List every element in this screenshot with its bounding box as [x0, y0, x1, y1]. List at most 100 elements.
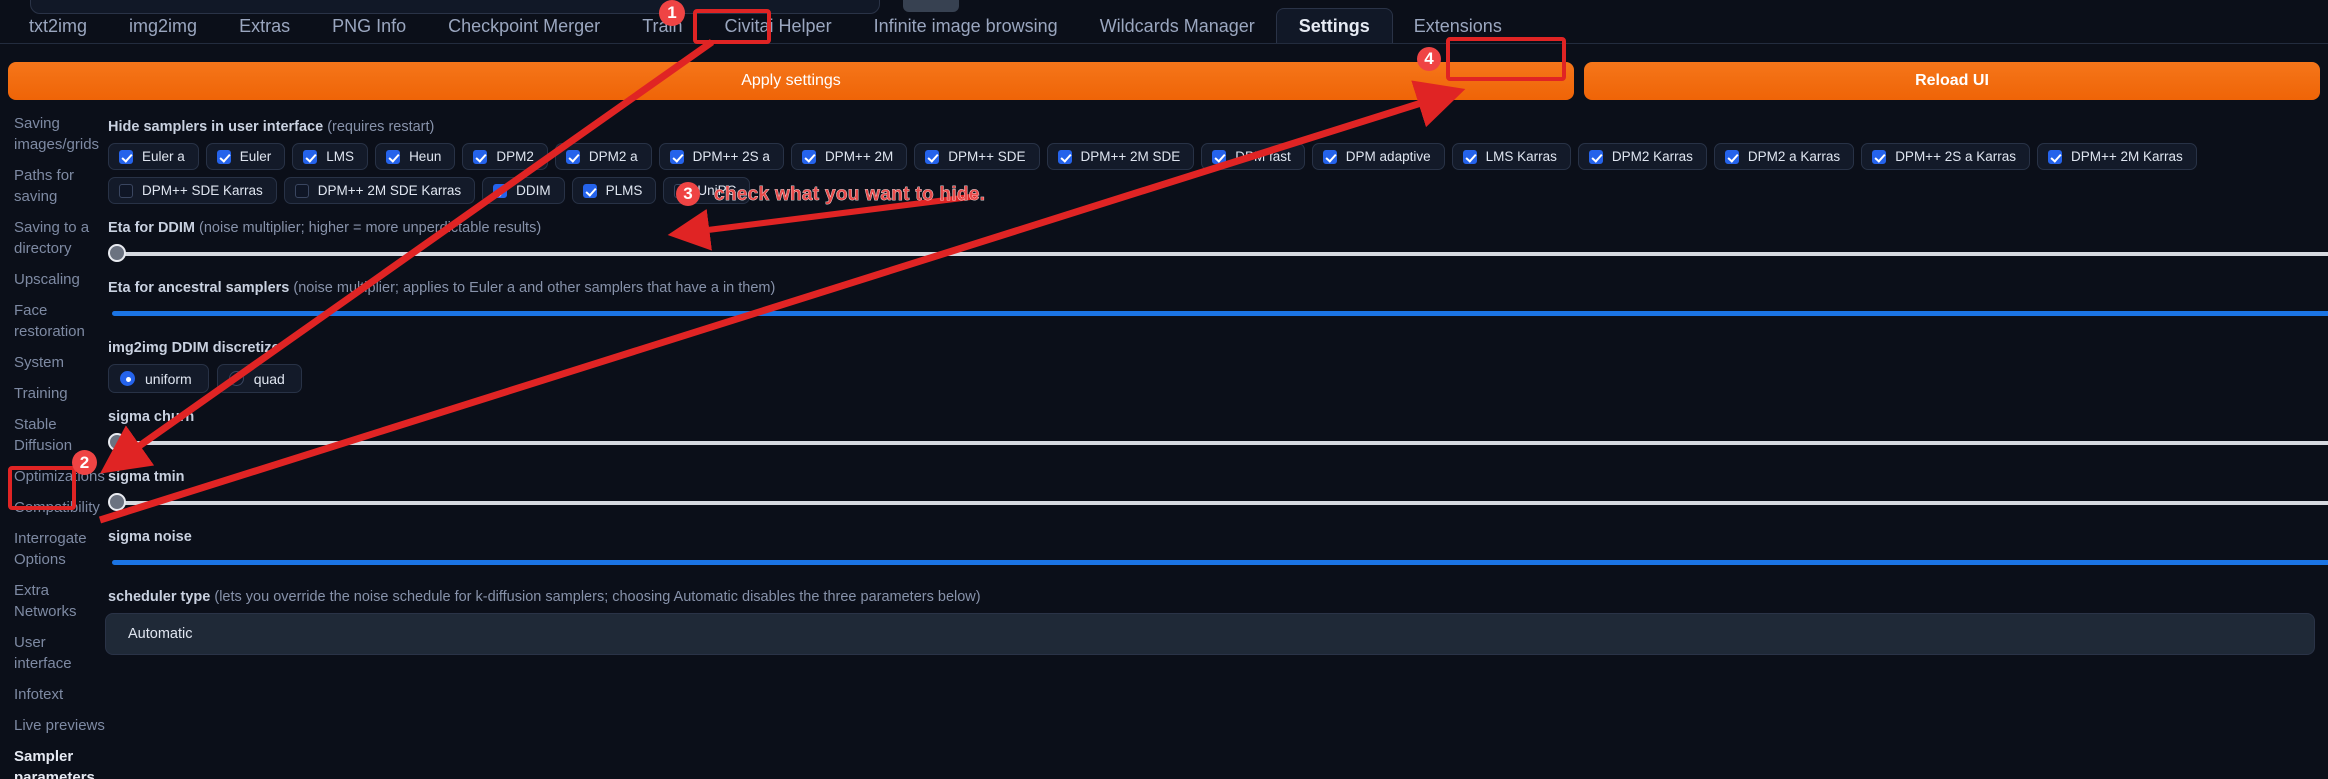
sidebar-item-interrogate-options[interactable]: Interrogate Options [14, 528, 105, 570]
sampler-checkbox-lms[interactable]: LMS [292, 143, 369, 170]
apply-settings-button[interactable]: Apply settings [8, 62, 1574, 100]
sigma-churn-slider[interactable] [105, 433, 2328, 453]
sampler-checkbox-dpm-2s-a[interactable]: DPM++ 2S a [658, 143, 784, 170]
sampler-checkbox-plms[interactable]: PLMS [571, 177, 657, 204]
checkbox-checked-icon[interactable] [386, 149, 401, 164]
sidebar-item-saving-images-grids[interactable]: Saving images/grids [14, 113, 105, 155]
checkbox-checked-icon[interactable] [1057, 149, 1072, 164]
reload-ui-button[interactable]: Reload UI [1584, 62, 2320, 100]
eta-ddim-label-hint: (noise multiplier; higher = more unperdi… [199, 220, 542, 236]
checkbox-checked-icon[interactable] [1462, 149, 1477, 164]
sampler-checkbox-label: DPM adaptive [1345, 149, 1431, 164]
discretize-radio-uniform[interactable]: uniform [108, 364, 209, 393]
eta-ddim-slider[interactable] [105, 244, 2328, 264]
checkbox-checked-icon[interactable] [669, 149, 684, 164]
checkbox-checked-icon[interactable] [925, 149, 940, 164]
sampler-checkbox-dpm-fast[interactable]: DPM fast [1201, 143, 1305, 170]
checkbox-unchecked-icon[interactable] [674, 183, 689, 198]
sampler-checkbox-dpm-sde[interactable]: DPM++ SDE [914, 143, 1040, 170]
radio-selected-icon[interactable] [120, 371, 135, 386]
sidebar-item-upscaling[interactable]: Upscaling [14, 269, 105, 290]
sampler-checkbox-dpm-2m[interactable]: DPM++ 2M [790, 143, 908, 170]
sidebar-item-face-restoration[interactable]: Face restoration [14, 300, 105, 342]
sidebar-item-paths-for-saving[interactable]: Paths for saving [14, 165, 105, 207]
checkbox-checked-icon[interactable] [493, 183, 508, 198]
slider-track [112, 441, 2328, 445]
sampler-checkbox-heun[interactable]: Heun [375, 143, 456, 170]
sigma-noise-label: sigma noise [108, 529, 192, 545]
checkbox-checked-icon[interactable] [216, 149, 231, 164]
eta-ancestral-slider[interactable] [105, 304, 2328, 324]
checkbox-checked-icon[interactable] [1212, 149, 1227, 164]
checkbox-checked-icon[interactable] [565, 149, 580, 164]
img2img-ddim-discretize-label: img2img DDIM discretize [108, 340, 280, 356]
slider-track [112, 501, 2328, 505]
sampler-checkbox-dpm2-a-karras[interactable]: DPM2 a Karras [1713, 143, 1855, 170]
sampler-checkbox-dpm2[interactable]: DPM2 [462, 143, 548, 170]
sampler-checkbox-unipc[interactable]: UniPC [663, 177, 751, 204]
sigma-noise-slider[interactable] [105, 553, 2328, 573]
scheduler-type-block: scheduler type (lets you override the no… [105, 589, 2328, 655]
checkbox-checked-icon[interactable] [1322, 149, 1337, 164]
checkbox-checked-icon[interactable] [1724, 149, 1739, 164]
sigma-tmin-slider[interactable] [105, 493, 2328, 513]
tab-wildcards-manager[interactable]: Wildcards Manager [1079, 8, 1276, 44]
app-root: txt2img img2img Extras PNG Info Checkpoint M… [0, 0, 2328, 779]
sidebar-item-infotext[interactable]: Infotext [14, 684, 105, 705]
slider-knob[interactable] [108, 493, 126, 511]
sampler-checkbox-dpm-adaptive[interactable]: DPM adaptive [1311, 143, 1445, 170]
checkbox-unchecked-icon[interactable] [294, 183, 309, 198]
sidebar-item-stable-diffusion[interactable]: Stable Diffusion [14, 414, 105, 456]
sidebar-item-user-interface[interactable]: User interface [14, 632, 105, 674]
discretize-radio-quad[interactable]: quad [216, 364, 302, 393]
checkbox-checked-icon[interactable] [2048, 149, 2062, 164]
tab-txt2img[interactable]: txt2img [8, 8, 108, 44]
tab-checkpoint-merger[interactable]: Checkpoint Merger [427, 8, 621, 44]
tab-train[interactable]: Train [621, 8, 703, 44]
sidebar-item-optimizations[interactable]: Optimizations [14, 466, 105, 487]
sidebar-item-compatibility[interactable]: Compatibility [14, 497, 105, 518]
sampler-checkbox-euler-a[interactable]: Euler a [108, 143, 199, 170]
sidebar-item-saving-to-a-directory[interactable]: Saving to a directory [14, 217, 105, 259]
sidebar-item-live-previews[interactable]: Live previews [14, 715, 105, 736]
sampler-checkbox-dpm-sde-karras[interactable]: DPM++ SDE Karras [108, 177, 277, 204]
sampler-checkbox-dpm-2m-karras[interactable]: DPM++ 2M Karras [2037, 143, 2197, 170]
sampler-checkbox-dpm2-karras[interactable]: DPM2 Karras [1577, 143, 1707, 170]
tab-extensions[interactable]: Extensions [1393, 8, 1523, 44]
scheduler-type-dropdown[interactable]: Automatic [105, 613, 2315, 655]
tab-civitai-helper[interactable]: Civitai Helper [704, 8, 853, 44]
img2img-ddim-discretize-block: img2img DDIM discretize uniform quad [105, 340, 2328, 393]
sampler-checkbox-label: DPM++ 2M SDE Karras [317, 183, 462, 198]
sidebar-item-extra-networks[interactable]: Extra Networks [14, 580, 105, 622]
checkbox-checked-icon[interactable] [582, 183, 597, 198]
tab-png-info[interactable]: PNG Info [311, 8, 427, 44]
sampler-checkbox-ddim[interactable]: DDIM [482, 177, 565, 204]
sidebar-item-system[interactable]: System [14, 352, 105, 373]
sidebar-item-sampler-parameters[interactable]: Sampler parameters [14, 746, 105, 779]
checkbox-checked-icon[interactable] [1588, 149, 1603, 164]
checkbox-checked-icon[interactable] [1872, 149, 1887, 164]
radio-unselected-icon[interactable] [228, 371, 244, 386]
tab-infinite-image-browsing[interactable]: Infinite image browsing [853, 8, 1079, 44]
checkbox-checked-icon[interactable] [119, 149, 133, 164]
tab-settings[interactable]: Settings [1275, 8, 1393, 44]
sidebar-item-training[interactable]: Training [14, 383, 105, 404]
checkbox-checked-icon[interactable] [801, 149, 816, 164]
slider-track [112, 560, 2328, 565]
sampler-checkbox-euler[interactable]: Euler [205, 143, 286, 170]
sampler-checkbox-dpm-2m-sde-karras[interactable]: DPM++ 2M SDE Karras [283, 177, 476, 204]
checkbox-checked-icon[interactable] [303, 149, 318, 164]
checkbox-checked-icon[interactable] [473, 149, 488, 164]
sampler-checkbox-lms-karras[interactable]: LMS Karras [1451, 143, 1571, 170]
checkbox-unchecked-icon[interactable] [119, 183, 133, 198]
sampler-checkbox-dpm2-a[interactable]: DPM2 a [554, 143, 652, 170]
sigma-tmin-block: sigma tmin [105, 469, 2328, 513]
sampler-checkbox-dpm-2s-a-karras[interactable]: DPM++ 2S a Karras [1861, 143, 2030, 170]
eta-ddim-block: Eta for DDIM (noise multiplier; higher =… [105, 220, 2328, 264]
slider-knob[interactable] [108, 244, 126, 262]
slider-knob[interactable] [108, 433, 126, 451]
img2img-ddim-discretize-radio-group: uniform quad [105, 364, 2328, 393]
tab-extras[interactable]: Extras [218, 8, 311, 44]
tab-img2img[interactable]: img2img [108, 8, 218, 44]
sampler-checkbox-dpm-2m-sde[interactable]: DPM++ 2M SDE [1046, 143, 1195, 170]
